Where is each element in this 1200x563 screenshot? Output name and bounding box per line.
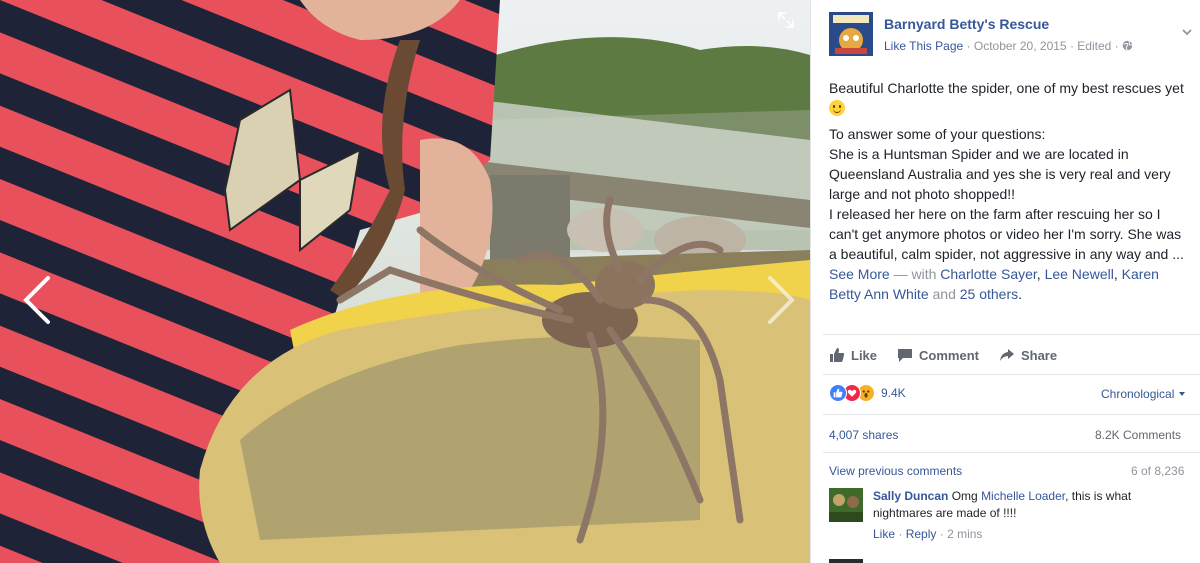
comments-shown-count: 6 of 8,236 — [1131, 464, 1185, 478]
share-arrow-icon — [999, 349, 1014, 361]
comma: , — [1113, 266, 1118, 282]
post-text-line: I released her here on the farm after re… — [829, 206, 1184, 262]
comment-button[interactable]: Comment — [897, 344, 979, 366]
view-previous-comments-link[interactable]: View previous comments — [829, 464, 962, 478]
and-text: and — [932, 286, 956, 302]
page-avatar[interactable] — [829, 12, 873, 56]
comment-label: Comment — [919, 347, 979, 363]
smile-emoji-icon — [829, 100, 845, 116]
speech-bubble-icon — [898, 349, 913, 362]
post-text-line: To answer some of your questions: — [829, 126, 1046, 142]
chevron-right-icon[interactable] — [758, 270, 802, 330]
shares-link[interactable]: 4,007 shares — [829, 428, 898, 442]
comma: , — [1036, 266, 1041, 282]
edited-label[interactable]: Edited — [1077, 39, 1111, 53]
post-text-line: She is a Huntsman Spider and we are loca… — [829, 146, 1171, 202]
comment-order-label: Chronological — [1101, 387, 1175, 401]
like-button[interactable]: Like — [829, 344, 877, 366]
post-date[interactable]: October 20, 2015 — [974, 39, 1067, 53]
separator-dot: · — [939, 527, 944, 541]
commenter-avatar[interactable] — [829, 488, 863, 522]
comment-body: Sally Duncan Omg Michelle Loader, this i… — [873, 488, 1191, 543]
comment-text: Omg — [951, 489, 978, 503]
period: . — [1018, 286, 1023, 302]
see-more-link[interactable]: See More — [829, 266, 890, 282]
tagged-user-link[interactable]: Charlotte Sayer — [940, 266, 1037, 282]
tagged-user-link[interactable]: Lee Newell — [1045, 266, 1114, 282]
like-label: Like — [851, 347, 878, 363]
post-panel: Barnyard Betty's Rescue Like This Page ·… — [810, 0, 1200, 563]
divider — [823, 334, 1200, 335]
with-text: — with — [893, 266, 937, 282]
next-commenter-avatar[interactable] — [829, 559, 863, 563]
post-header: Barnyard Betty's Rescue Like This Page ·… — [829, 12, 1192, 58]
comment-time[interactable]: 2 mins — [947, 527, 982, 541]
comment-author-link[interactable]: Sally Duncan — [873, 489, 948, 503]
like-page-link[interactable]: Like This Page — [884, 39, 963, 53]
globe-icon — [1122, 40, 1133, 51]
post-photo[interactable] — [0, 0, 810, 563]
meta-separator: · — [1114, 39, 1119, 53]
comment-mention-link[interactable]: Michelle Loader — [981, 489, 1065, 503]
comment-reply-link[interactable]: Reply — [906, 527, 937, 541]
divider — [823, 414, 1200, 415]
post-paragraph: To answer some of your questions: She is… — [829, 124, 1189, 304]
comments-count-link[interactable]: 8.2K Comments — [1095, 428, 1181, 442]
divider — [823, 452, 1200, 453]
page-name-link[interactable]: Barnyard Betty's Rescue — [884, 16, 1049, 32]
meta-separator: · — [966, 39, 971, 53]
comment-order-dropdown[interactable]: Chronological — [1101, 387, 1186, 401]
tagged-others-link[interactable]: 25 others — [960, 286, 1018, 302]
share-label: Share — [1020, 347, 1058, 363]
post-text-line: Beautiful Charlotte the spider, one of m… — [829, 80, 1184, 96]
post-meta: Like This Page · October 20, 2015 · Edit… — [884, 39, 1133, 53]
reactions-summary[interactable]: 9.4K — [829, 384, 906, 402]
like-reaction-icon — [829, 384, 847, 402]
post-paragraph: Beautiful Charlotte the spider, one of m… — [829, 78, 1189, 118]
separator-dot: · — [898, 527, 903, 541]
comment-footer: Like · Reply · 2 mins — [873, 526, 1191, 543]
spider-photo-illustration — [0, 0, 810, 563]
comment-like-link[interactable]: Like — [873, 527, 895, 541]
thumbs-up-icon — [830, 348, 845, 362]
chevron-down-icon[interactable] — [1181, 26, 1193, 38]
expand-icon[interactable] — [776, 10, 796, 30]
action-bar: Like Comment Share — [829, 344, 1057, 366]
chevron-left-icon[interactable] — [14, 270, 58, 330]
divider — [823, 374, 1200, 375]
share-button[interactable]: Share — [999, 344, 1057, 366]
meta-separator: · — [1069, 39, 1074, 53]
reactions-count[interactable]: 9.4K — [881, 386, 906, 400]
caret-down-icon — [1178, 392, 1185, 396]
post-message: Beautiful Charlotte the spider, one of m… — [829, 78, 1189, 310]
